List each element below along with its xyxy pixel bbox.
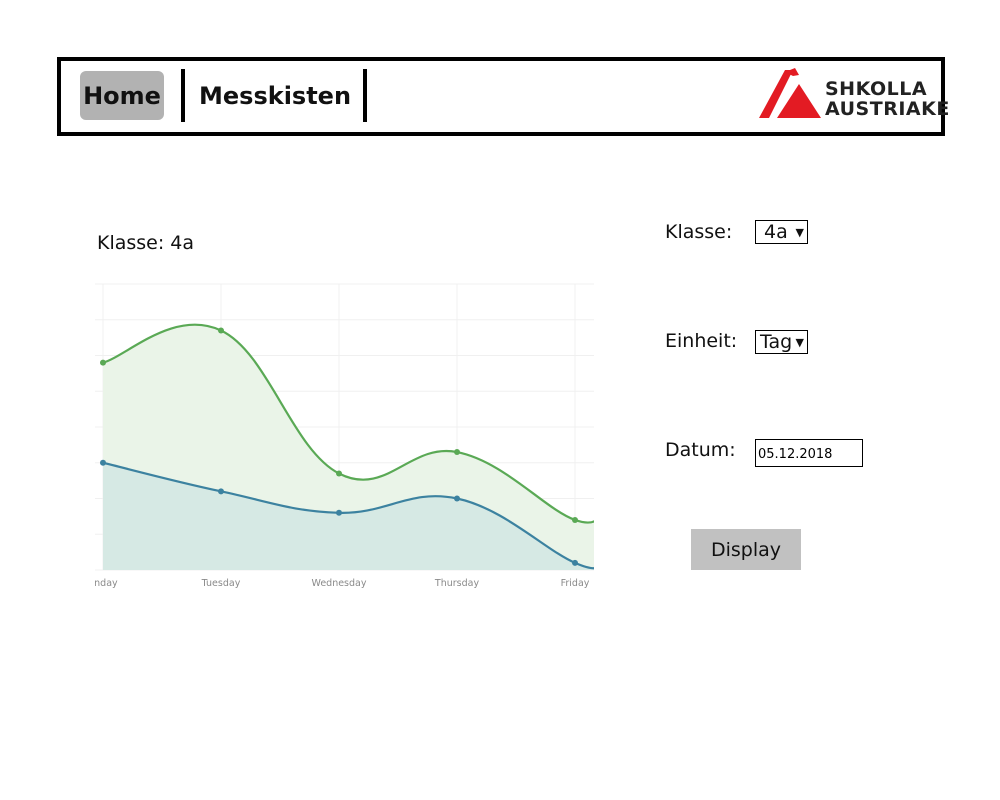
dropdown-arrow-icon: ▼: [795, 226, 804, 239]
datum-label: Datum:: [665, 439, 736, 461]
series-point-1: [454, 495, 460, 502]
einheit-select[interactable]: Tag ▼: [755, 330, 808, 354]
logo-eagle-icon: [759, 68, 821, 118]
einheit-label: Einheit:: [665, 330, 738, 352]
school-logo: SHKOLLA AUSTRIAKE: [755, 66, 949, 126]
x-tick-label: Friday: [561, 578, 590, 589]
klasse-select[interactable]: 4a ▼: [755, 220, 808, 244]
series-point-1: [218, 488, 224, 495]
nav-messkisten-link[interactable]: Messkisten: [199, 71, 351, 120]
dropdown-arrow-icon: ▼: [795, 336, 804, 349]
nav-divider: [363, 69, 367, 122]
series-point-0: [100, 359, 106, 366]
klasse-select-value: 4a: [764, 221, 788, 243]
series-point-1: [572, 559, 578, 566]
series-point-1: [100, 459, 106, 466]
series-point-0: [572, 516, 578, 523]
logo-text-line1: SHKOLLA: [825, 78, 928, 100]
display-button[interactable]: Display: [691, 529, 801, 570]
logo-text-line2: AUSTRIAKE: [825, 98, 950, 120]
series-point-0: [336, 470, 342, 477]
series-point-1: [336, 509, 342, 516]
x-tick-label: Wednesday: [311, 578, 366, 589]
line-area-chart: onday Tuesday Wednesday Thursday Friday: [95, 283, 594, 589]
nav-home-button[interactable]: Home: [80, 71, 164, 120]
x-tick-label: onday: [95, 578, 118, 589]
datum-input[interactable]: [755, 439, 863, 467]
einheit-select-value: Tag: [760, 331, 793, 353]
series-point-0: [218, 327, 224, 334]
x-tick-label: Tuesday: [201, 578, 241, 589]
top-nav-bar: Home Messkisten SHKOLLA AUSTRIAKE: [57, 57, 949, 136]
chart-title: Klasse: 4a: [97, 232, 195, 254]
x-tick-label: Thursday: [434, 578, 480, 589]
nav-divider: [181, 69, 185, 122]
klasse-label: Klasse:: [665, 221, 733, 243]
series-point-0: [454, 449, 460, 456]
